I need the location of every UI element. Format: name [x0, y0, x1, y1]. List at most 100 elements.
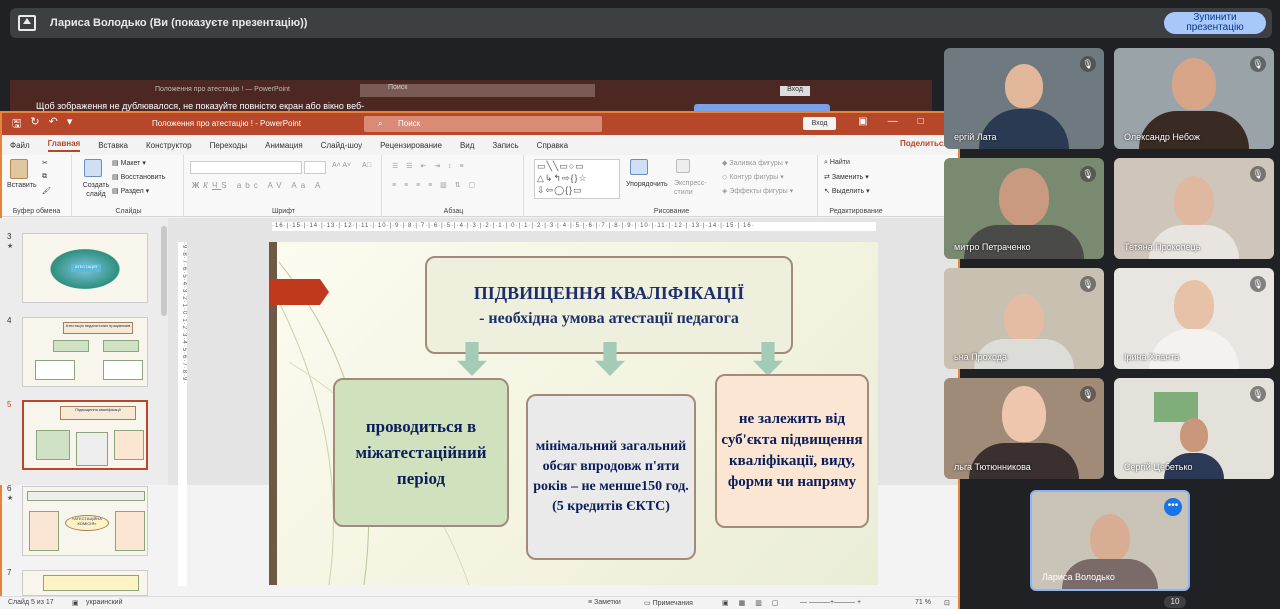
replace-button[interactable]: ⇄ Заменить ▾ — [824, 173, 869, 181]
stop-presenting-button[interactable]: Зупинити презентацію — [1164, 12, 1266, 34]
thumbnails-scrollbar[interactable] — [161, 226, 167, 316]
thumbnail-slide-4[interactable]: Атестація педагогічних працівників — [22, 317, 148, 387]
self-view-tile[interactable]: ••• Лариса Володько — [1030, 490, 1190, 591]
view-buttons[interactable]: ▣▦▥▢ — [722, 599, 788, 607]
slide-title-scroll[interactable]: ПІДВИЩЕННЯ КВАЛІФІКАЦІЇ - необхідна умов… — [425, 256, 793, 354]
quick-styles-icon[interactable] — [676, 159, 690, 173]
find-button[interactable]: ⌕ Найти — [824, 159, 850, 167]
minimize-icon[interactable]: — — [888, 116, 898, 127]
participant-name: Олександр Небож — [1124, 132, 1200, 142]
participant-tile[interactable]: 🎙 Сергій Цебетько — [1114, 378, 1274, 479]
copy-icon[interactable]: ⧉ — [42, 173, 47, 181]
customize-qat-icon[interactable]: ▾ — [67, 115, 73, 134]
participant-tile[interactable]: 🎙 Тетяна Прокопець — [1114, 158, 1274, 259]
maximize-icon[interactable]: □ — [918, 116, 924, 127]
font-name-input[interactable] — [190, 161, 302, 174]
fill-icon: ◆ — [722, 160, 728, 167]
share-button[interactable]: Поделиться — [900, 139, 948, 148]
autosave-icon[interactable]: ↻ — [30, 115, 39, 134]
animation-star-icon: ★ — [7, 243, 14, 250]
thumb-shape — [43, 575, 139, 591]
spellcheck-icon[interactable]: ▣ — [72, 599, 79, 607]
participant-tile[interactable]: 🎙 ергій Лата — [944, 48, 1104, 149]
tab-insert[interactable]: Вставка — [98, 141, 128, 150]
new-slide-button[interactable]: Создать слайд — [79, 181, 113, 199]
participant-name: Сергій Цебетько — [1124, 462, 1193, 472]
quick-access-toolbar: 🖫 ↻ ↶ ▾ — [2, 115, 142, 134]
tab-slideshow[interactable]: Слайд-шоу — [321, 141, 362, 150]
tab-design[interactable]: Конструктор — [146, 141, 192, 150]
more-options-icon[interactable]: ••• — [1164, 498, 1182, 516]
thumb-shape — [35, 360, 75, 380]
left-scroll-box[interactable]: проводиться в міжатестаційний період — [333, 378, 509, 527]
thumbnail-slide-3[interactable]: АТЕСТАЦІЯ — [22, 233, 148, 303]
format-painter-icon[interactable]: 🖌 — [42, 187, 51, 195]
font-grow-icon[interactable]: A˄ A˅ — [332, 162, 351, 169]
thumbnail-slide-7[interactable] — [22, 570, 148, 596]
self-video — [1090, 514, 1130, 562]
right-scroll-box[interactable]: не залежить від суб'єкта підвищення квал… — [715, 374, 869, 528]
notes-button[interactable]: ≡ Заметки — [588, 599, 621, 606]
font-size-input[interactable] — [304, 161, 326, 174]
tab-home[interactable]: Главная — [47, 139, 81, 152]
participant-tile[interactable]: 🎙 митро Петраченко — [944, 158, 1104, 259]
slides-group: Создать слайд ▤ Макет ▾ ▤ Восстановить ▤… — [74, 155, 184, 217]
ppt-search-box[interactable]: ⌕ Поиск — [364, 116, 602, 132]
quick-styles-button[interactable]: Экспресс-стили — [674, 179, 714, 197]
find-icon: ⌕ — [824, 159, 828, 166]
language-label[interactable]: украинский — [86, 599, 123, 606]
presenting-bar: Лариса Володько (Ви (показуєте презентац… — [10, 8, 1272, 38]
layout-label: Макет — [120, 160, 141, 167]
paste-icon[interactable] — [10, 159, 28, 179]
arrange-icon[interactable] — [630, 159, 648, 175]
clear-format-icon[interactable]: A⃠ — [362, 162, 372, 169]
new-slide-icon[interactable] — [84, 159, 102, 177]
undo-icon[interactable]: ↶ — [49, 115, 58, 134]
shape-outline-button[interactable]: ◇ Контур фигуры ▾ — [722, 173, 784, 181]
tab-help[interactable]: Справка — [537, 141, 568, 150]
participant-tile[interactable]: 🎙 льга Тютюнникова — [944, 378, 1104, 479]
self-name: Лариса Володько — [1042, 572, 1115, 582]
fit-to-window-icon[interactable]: ⊡ — [944, 599, 950, 607]
zoom-level[interactable]: 71 % — [915, 599, 931, 606]
tab-transitions[interactable]: Переходы — [210, 141, 248, 150]
select-button[interactable]: ↖ Выделить ▾ — [824, 187, 870, 195]
shape-fill-button[interactable]: ◆ Заливка фигуры ▾ — [722, 159, 788, 167]
middle-scroll-box[interactable]: мінімальний загальний обсяг впродовж п'я… — [526, 394, 696, 560]
font-style-buttons[interactable]: ЖКЧS abc AV Aa A — [192, 181, 324, 190]
section-button[interactable]: ▤ Раздел ▾ — [112, 187, 149, 195]
arrange-button[interactable]: Упорядочить — [626, 181, 668, 188]
shape-effects-button[interactable]: ◈ Эффекты фигуры ▾ — [722, 187, 793, 195]
tab-view[interactable]: Вид — [460, 141, 474, 150]
thumbnail-slide-5[interactable]: Підвищення кваліфікації — [22, 400, 148, 470]
list-icons[interactable]: ☰ ☰ ⇤ ⇥ ↕ ≡ — [392, 162, 467, 170]
thumb-number: 6 — [7, 484, 12, 493]
thumb-shape — [103, 340, 139, 352]
comments-button[interactable]: ▭ Примечания — [644, 599, 693, 607]
zoom-slider[interactable]: — ———+——— + — [800, 599, 861, 606]
paste-button[interactable]: Вставить — [7, 182, 37, 189]
tab-animations[interactable]: Анимация — [265, 141, 303, 150]
layout-button[interactable]: ▤ Макет ▾ — [112, 159, 146, 167]
save-icon[interactable]: 🖫 — [12, 115, 21, 134]
tab-review[interactable]: Рецензирование — [380, 141, 442, 150]
tab-file[interactable]: Файл — [10, 141, 30, 150]
participant-tile[interactable]: 🎙 ьна Прохода — [944, 268, 1104, 369]
slides-label: Слайды — [115, 208, 142, 215]
thumb-shape — [115, 511, 145, 551]
login-button[interactable]: Вход — [803, 117, 836, 130]
participant-tile[interactable]: 🎙 Олександр Небож — [1114, 48, 1274, 149]
shapes-gallery[interactable]: ▭╲╲▭○▭ △↳↰⇨{}☆ ⇩⇦◯{}▭ — [534, 159, 620, 199]
participant-tile[interactable]: 🎙 Ірина Хланта — [1114, 268, 1274, 369]
reset-button[interactable]: ▤ Восстановить — [112, 173, 165, 181]
search-icon: ⌕ — [378, 119, 383, 128]
cut-icon[interactable]: ✂ — [42, 159, 48, 167]
align-icons[interactable]: ≡ ≡ ≡ ≡ ▥ ⇅ ▢ — [392, 181, 478, 189]
thumbnail-slide-6[interactable]: «АТЕСТАЦІЙНА КОМІСІЯ» — [22, 486, 148, 556]
ribbon-display-icon[interactable]: ▣ — [858, 116, 867, 127]
thumb-number: 3 — [7, 232, 12, 241]
participant-video — [1002, 386, 1046, 442]
participant-count-badge[interactable]: 10 — [1164, 596, 1186, 608]
tab-record[interactable]: Запись — [492, 141, 518, 150]
current-slide[interactable]: ПІДВИЩЕННЯ КВАЛІФІКАЦІЇ - необхідна умов… — [269, 242, 878, 585]
